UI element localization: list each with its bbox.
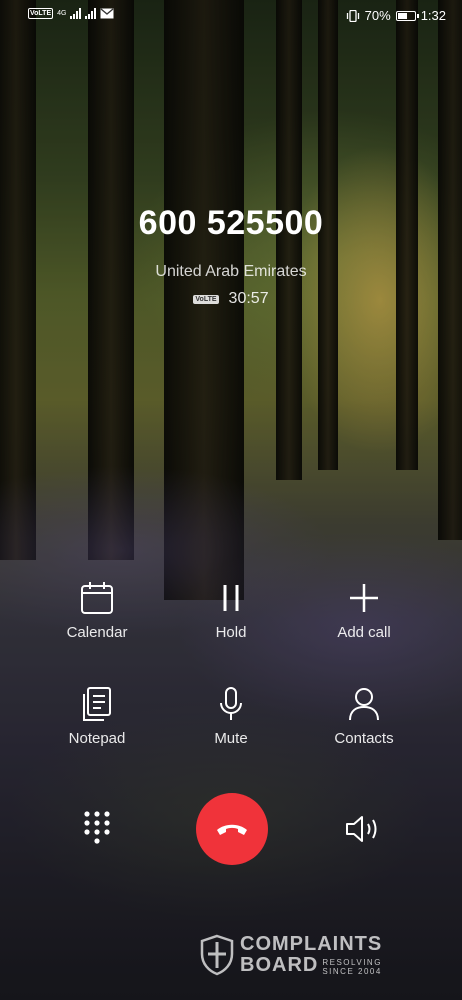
contacts-label: Contacts — [334, 730, 394, 747]
dialpad-button[interactable] — [82, 810, 112, 851]
status-bar: VoLTE 4G 70% 1:32 — [0, 0, 462, 32]
shield-logo-icon — [200, 934, 234, 976]
network-type: 4G — [57, 10, 67, 17]
watermark-text: COMPLAINTS BOARD RESOLVING SINCE 2004 — [240, 934, 382, 976]
caller-location: United Arab Emirates — [155, 263, 307, 280]
plus-icon — [350, 584, 378, 612]
mute-label: Mute — [214, 730, 248, 747]
watermark-tagline: RESOLVING SINCE 2004 — [322, 958, 382, 976]
watermark-line2: BOARD — [240, 954, 319, 976]
calendar-button[interactable]: Calendar — [37, 580, 157, 641]
speaker-button[interactable] — [344, 814, 384, 849]
end-call-icon — [217, 824, 247, 835]
speaker-icon — [346, 816, 377, 842]
watermark-tagline-2: SINCE 2004 — [322, 967, 382, 976]
watermark-line1: COMPLAINTS — [240, 933, 383, 955]
complaints-board-watermark: COMPLAINTS BOARD RESOLVING SINCE 2004 — [200, 934, 382, 976]
volte-badge: VoLTE — [193, 294, 219, 304]
hold-label: Hold — [215, 624, 247, 641]
battery-percent: 70% — [364, 8, 391, 23]
dialpad-icon — [84, 811, 110, 844]
pause-icon — [223, 585, 239, 611]
add-call-button[interactable]: Add call — [304, 580, 424, 641]
hold-button[interactable]: Hold — [171, 580, 291, 641]
notepad-button[interactable]: Notepad — [37, 686, 157, 747]
mute-button[interactable]: Mute — [171, 686, 291, 747]
battery-icon — [395, 10, 419, 21]
call-duration: 30:57 — [228, 290, 269, 307]
clock: 1:32 — [420, 8, 446, 23]
contact-person-icon — [349, 688, 379, 721]
notepad-icon — [83, 687, 111, 721]
mail-icon — [100, 8, 114, 19]
vibrate-icon — [346, 9, 359, 22]
caller-number: 600 525500 — [138, 204, 324, 242]
call-timer-row: VoLTE 30:57 — [0, 290, 462, 308]
add-call-label: Add call — [337, 624, 391, 641]
calendar-label: Calendar — [66, 624, 128, 641]
status-right: 70% 1:32 — [346, 8, 446, 23]
microphone-icon — [220, 687, 242, 720]
end-call-button[interactable] — [196, 793, 268, 865]
calendar-icon — [81, 582, 113, 614]
watermark-row: BOARD RESOLVING SINCE 2004 — [240, 954, 382, 976]
notepad-label: Notepad — [68, 730, 126, 747]
signal-icon — [85, 8, 97, 19]
watermark-tagline-1: RESOLVING — [322, 958, 382, 967]
status-left: VoLTE 4G — [28, 8, 114, 19]
volte-badge: VoLTE — [28, 8, 54, 19]
signal-icon — [70, 8, 82, 19]
contacts-button[interactable]: Contacts — [304, 686, 424, 747]
